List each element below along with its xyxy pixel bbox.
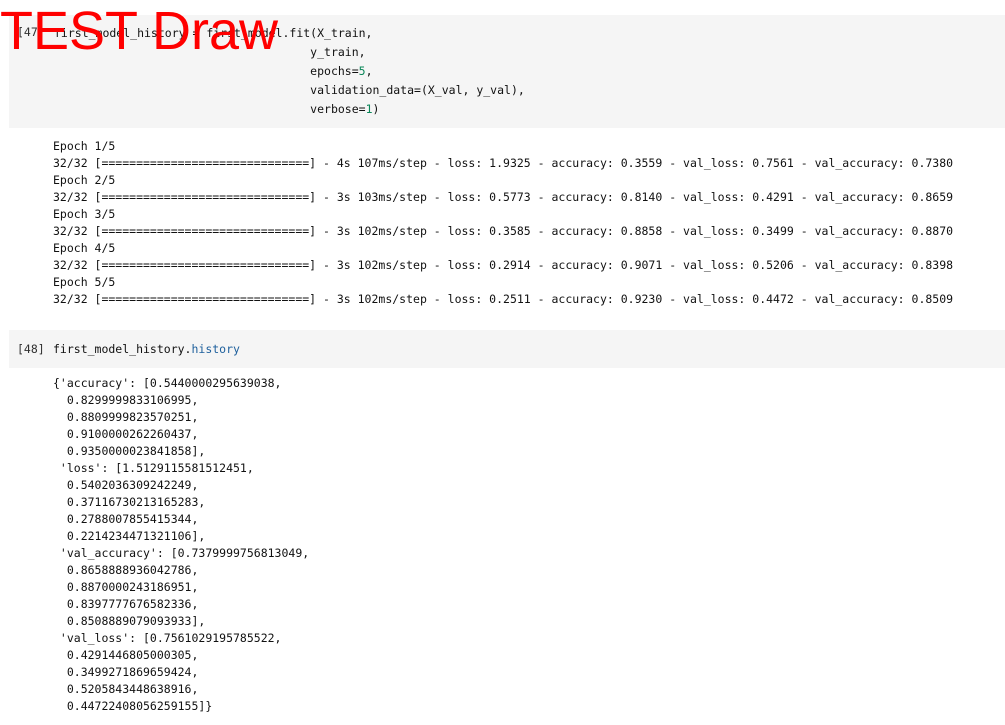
history-output-line: 'loss': [1.5129115581512451, xyxy=(53,461,254,475)
number-literal: 5 xyxy=(358,64,366,78)
history-output-line: 0.8809999823570251, xyxy=(53,410,199,424)
history-output-line: 'val_accuracy': [0.7379999756813049, xyxy=(53,546,310,560)
code-line-3: epochs=5, xyxy=(54,64,373,78)
history-output-line: 0.8299999833106995, xyxy=(53,393,199,407)
history-output-line: {'accuracy': [0.5440000295639038, xyxy=(53,376,282,390)
history-output-line: 0.8397777676582336, xyxy=(53,597,199,611)
history-output-line: 0.8658888936042786, xyxy=(53,563,199,577)
history-output-line: 0.2788007855415344, xyxy=(53,512,199,526)
history-output-line: 0.37116730213165283, xyxy=(53,495,206,509)
history-output-line: 0.8870000243186951, xyxy=(53,580,199,594)
code-line-1: first_model_history.history xyxy=(53,340,240,359)
epoch-header: Epoch 5/5 xyxy=(53,275,116,289)
progress-line: 32/32 [==============================] -… xyxy=(53,292,954,306)
history-output-line: 0.4291446805000305, xyxy=(53,648,199,662)
progress-line: 32/32 [==============================] -… xyxy=(53,258,954,272)
epoch-header: Epoch 2/5 xyxy=(53,173,116,187)
history-output-line: 0.9100000262260437, xyxy=(53,427,199,441)
progress-line: 32/32 [==============================] -… xyxy=(53,190,954,204)
number-literal: 1 xyxy=(365,102,373,116)
test-draw-watermark: TEST Draw xyxy=(0,1,279,61)
history-output-line: 0.44722408056259155]} xyxy=(53,699,213,713)
epoch-header: Epoch 3/5 xyxy=(53,207,116,221)
history-output-line: 0.9350000023841858], xyxy=(53,444,206,458)
epoch-header: Epoch 4/5 xyxy=(53,241,116,255)
history-output-line: 0.5205843448638916, xyxy=(53,682,199,696)
cell-prompt: [48] xyxy=(17,342,45,356)
code-attribute: history xyxy=(191,342,240,356)
history-output-line: 'val_loss': [0.7561029195785522, xyxy=(53,631,282,645)
progress-line: 32/32 [==============================] -… xyxy=(53,224,954,238)
code-line-4: validation_data=(X_val, y_val), xyxy=(54,83,525,97)
code-object: first_model_history. xyxy=(53,342,192,356)
epoch-header: Epoch 1/5 xyxy=(53,139,116,153)
history-output-line: 0.8508889079093933], xyxy=(53,614,206,628)
code-line-5: verbose=1) xyxy=(54,102,380,116)
history-output-line: 0.5402036309242249, xyxy=(53,478,199,492)
history-output-line: 0.2214234471321106], xyxy=(53,529,206,543)
progress-line: 32/32 [==============================] -… xyxy=(53,156,954,170)
history-output-line: 0.3499271869659424, xyxy=(53,665,199,679)
